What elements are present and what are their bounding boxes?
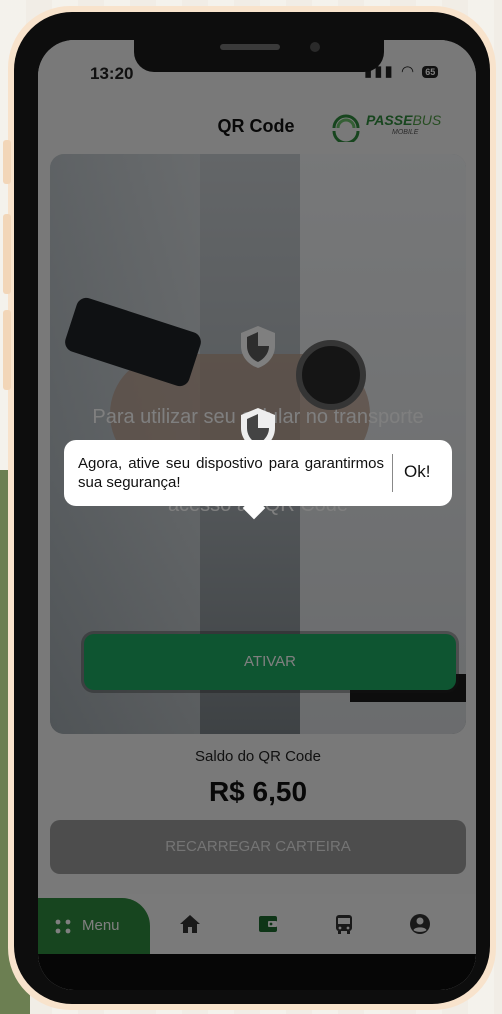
tooltip-message: Agora, ative seu dispostivo para garanti… — [78, 455, 384, 491]
speaker — [220, 44, 280, 50]
phone-screen: 13:20 ▮▮▮ ◠ 65 QR Code PASSEBUS MOBILE P… — [38, 40, 476, 990]
tooltip-ok-button[interactable]: Ok! — [404, 462, 430, 482]
volume-down-button — [3, 310, 11, 390]
volume-up-button — [3, 214, 11, 294]
notch — [134, 40, 384, 72]
activation-tooltip: Agora, ative seu dispostivo para garanti… — [64, 440, 452, 506]
tooltip-divider — [392, 454, 393, 492]
camera — [310, 42, 320, 52]
mute-button — [3, 140, 11, 184]
